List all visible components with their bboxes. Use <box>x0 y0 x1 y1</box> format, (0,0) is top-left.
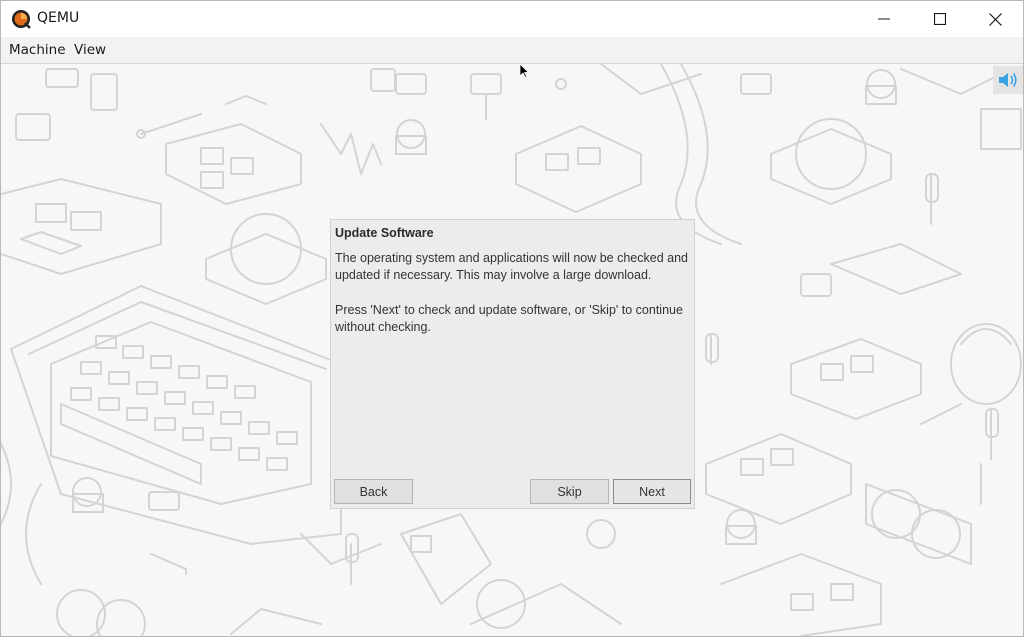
maximize-button[interactable] <box>912 1 968 37</box>
minimize-icon <box>878 18 890 20</box>
update-software-dialog: Update Software The operating system and… <box>330 219 695 509</box>
minimize-button[interactable] <box>856 1 912 37</box>
close-icon <box>988 12 1002 26</box>
dialog-instructions: Press 'Next' to check and update softwar… <box>335 303 683 334</box>
next-button[interactable]: Next <box>613 479 691 504</box>
qemu-window: QEMU Machine View Update Software The op… <box>0 0 1024 637</box>
dialog-title: Update Software <box>335 226 434 240</box>
title-bar[interactable]: QEMU <box>1 1 1023 37</box>
menu-view[interactable]: View <box>74 42 106 58</box>
speaker-volume-icon <box>999 73 1017 87</box>
qemu-logo-icon <box>12 10 31 29</box>
mouse-pointer-icon <box>519 64 529 78</box>
maximize-icon <box>934 13 946 25</box>
guest-display[interactable]: Update Software The operating system and… <box>1 64 1023 636</box>
window-title: QEMU <box>37 10 80 26</box>
audio-button[interactable] <box>993 66 1023 94</box>
skip-button[interactable]: Skip <box>530 479 609 504</box>
close-button[interactable] <box>967 1 1023 37</box>
menu-bar: Machine View <box>1 37 1023 64</box>
back-button[interactable]: Back <box>334 479 413 504</box>
menu-machine[interactable]: Machine <box>9 42 66 58</box>
dialog-description: The operating system and applications wi… <box>335 251 688 282</box>
